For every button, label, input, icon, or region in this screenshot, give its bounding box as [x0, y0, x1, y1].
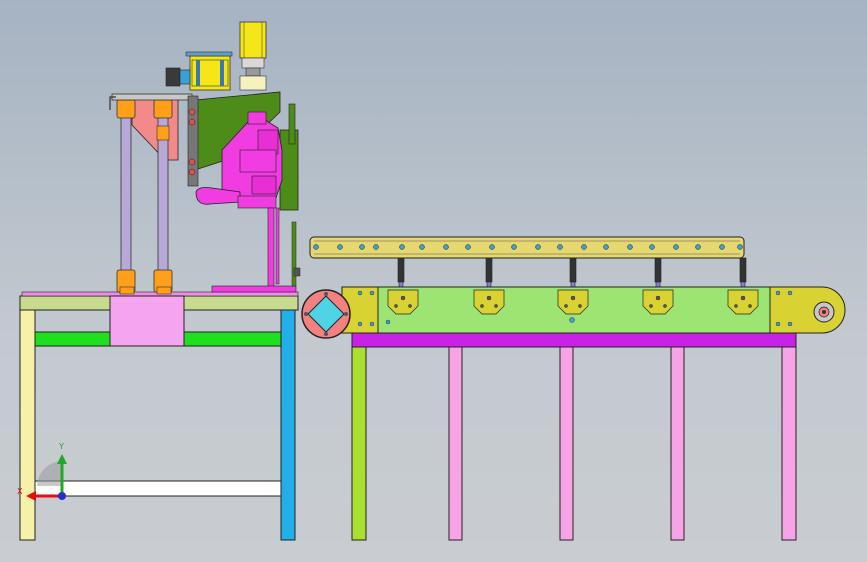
top-motor-assembly[interactable] [165, 21, 267, 91]
punch-stem[interactable] [267, 207, 275, 289]
conveyor-leg-1[interactable] [448, 346, 463, 541]
conveyor-assembly[interactable] [301, 236, 846, 541]
conveyor-leg-left[interactable] [351, 346, 367, 541]
conveyor-leg-2[interactable] [559, 346, 574, 541]
left-table-rail-left[interactable] [34, 331, 112, 347]
left-table-bottom-bar[interactable] [34, 480, 282, 497]
z-axis-point [58, 492, 66, 500]
conveyor-base[interactable] [351, 332, 797, 348]
conveyor-leg-3[interactable] [670, 346, 685, 541]
punch-head-assembly[interactable] [187, 91, 301, 293]
left-table-leg-right[interactable] [280, 309, 296, 541]
conveyor-leg-right[interactable] [781, 346, 797, 541]
column-left[interactable] [120, 111, 132, 273]
left-work-table[interactable] [19, 291, 299, 541]
x-axis-label: X [17, 487, 23, 496]
left-table-mount-block[interactable] [109, 295, 185, 347]
cad-viewport[interactable]: Y X [0, 0, 867, 562]
lifting-columns[interactable] [109, 93, 193, 295]
left-table-rail-right[interactable] [182, 331, 282, 347]
punch-base[interactable] [211, 285, 297, 293]
column-top-plate[interactable] [111, 93, 193, 101]
y-axis-label: Y [59, 442, 64, 451]
assembly-drawing[interactable] [0, 0, 867, 562]
left-table-leg-left[interactable] [19, 309, 36, 541]
